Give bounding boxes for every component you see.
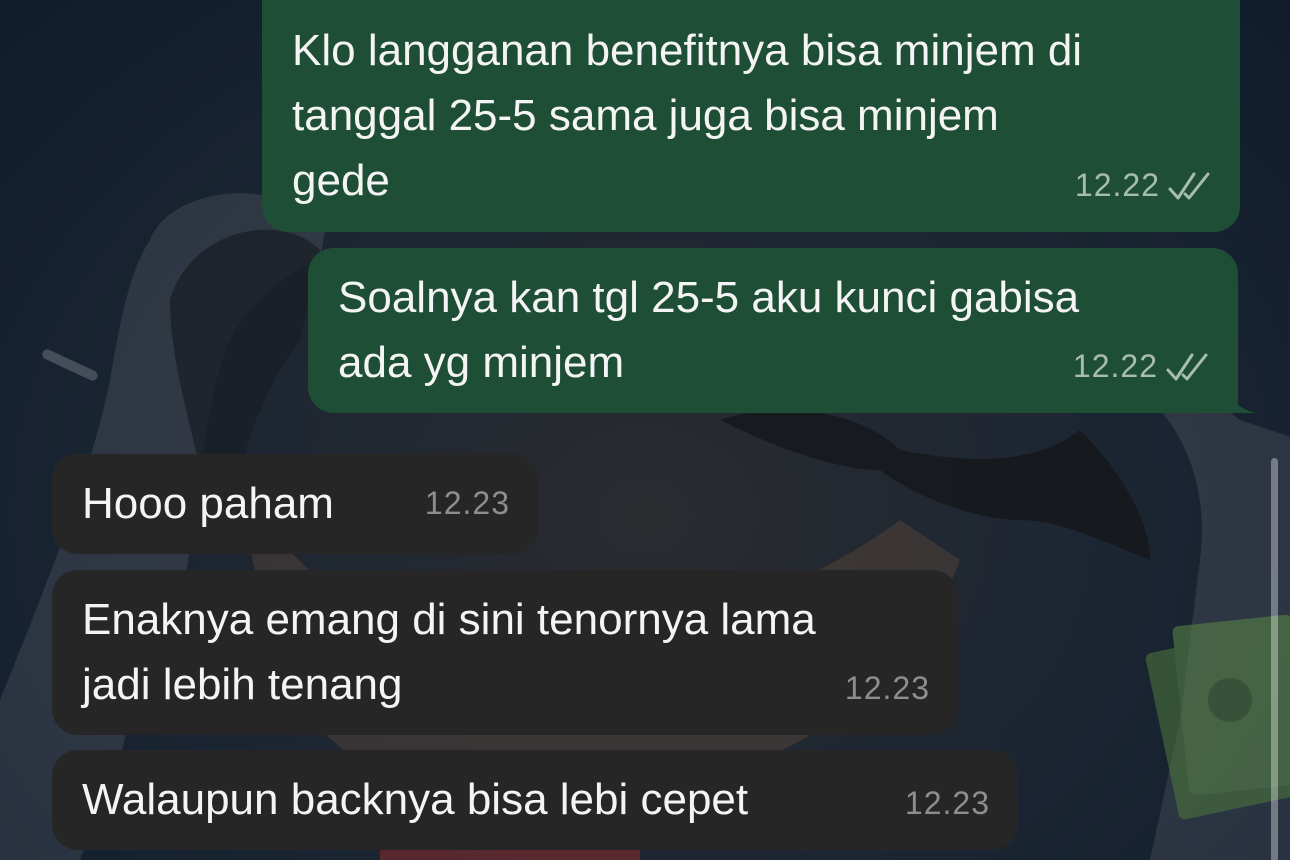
scrollbar[interactable] (1271, 458, 1278, 860)
message-time: 12.23 (904, 785, 990, 821)
message-time: 12.22 (1072, 348, 1158, 384)
message-meta: 12.22 (1075, 153, 1212, 218)
double-check-icon (1166, 353, 1208, 380)
outgoing-message-bubble[interactable]: Klo langganan benefitnya bisa minjem di … (262, 0, 1240, 232)
chat-view[interactable]: Klo langganan benefitnya bisa minjem di … (0, 0, 1290, 860)
message-text: Walaupun backnya bisa lebi cepet (82, 775, 749, 824)
message-meta: 12.23 (845, 656, 930, 721)
message-text: Enaknya emang di sini tenornya lama jadi… (82, 595, 816, 709)
message-meta: 12.22 (1073, 334, 1210, 399)
message-time: 12.22 (1074, 167, 1160, 203)
outgoing-message-bubble[interactable]: Soalnya kan tgl 25-5 aku kunci gabisa ad… (308, 248, 1256, 413)
message-meta: 12.23 (905, 771, 990, 836)
incoming-message-bubble[interactable]: Hooo paham 12.23 (52, 454, 538, 554)
message-time: 12.23 (844, 670, 930, 706)
message-time: 12.23 (424, 485, 510, 521)
incoming-message-bubble[interactable]: Enaknya emang di sini tenornya lama jadi… (52, 570, 958, 735)
message-meta: 12.23 (425, 471, 510, 536)
incoming-message-bubble[interactable]: Walaupun backnya bisa lebi cepet 12.23 (52, 750, 1018, 850)
double-check-icon (1168, 172, 1210, 199)
bubble-tail (1226, 383, 1256, 413)
message-text: Klo langganan benefitnya bisa minjem di … (292, 26, 1083, 205)
